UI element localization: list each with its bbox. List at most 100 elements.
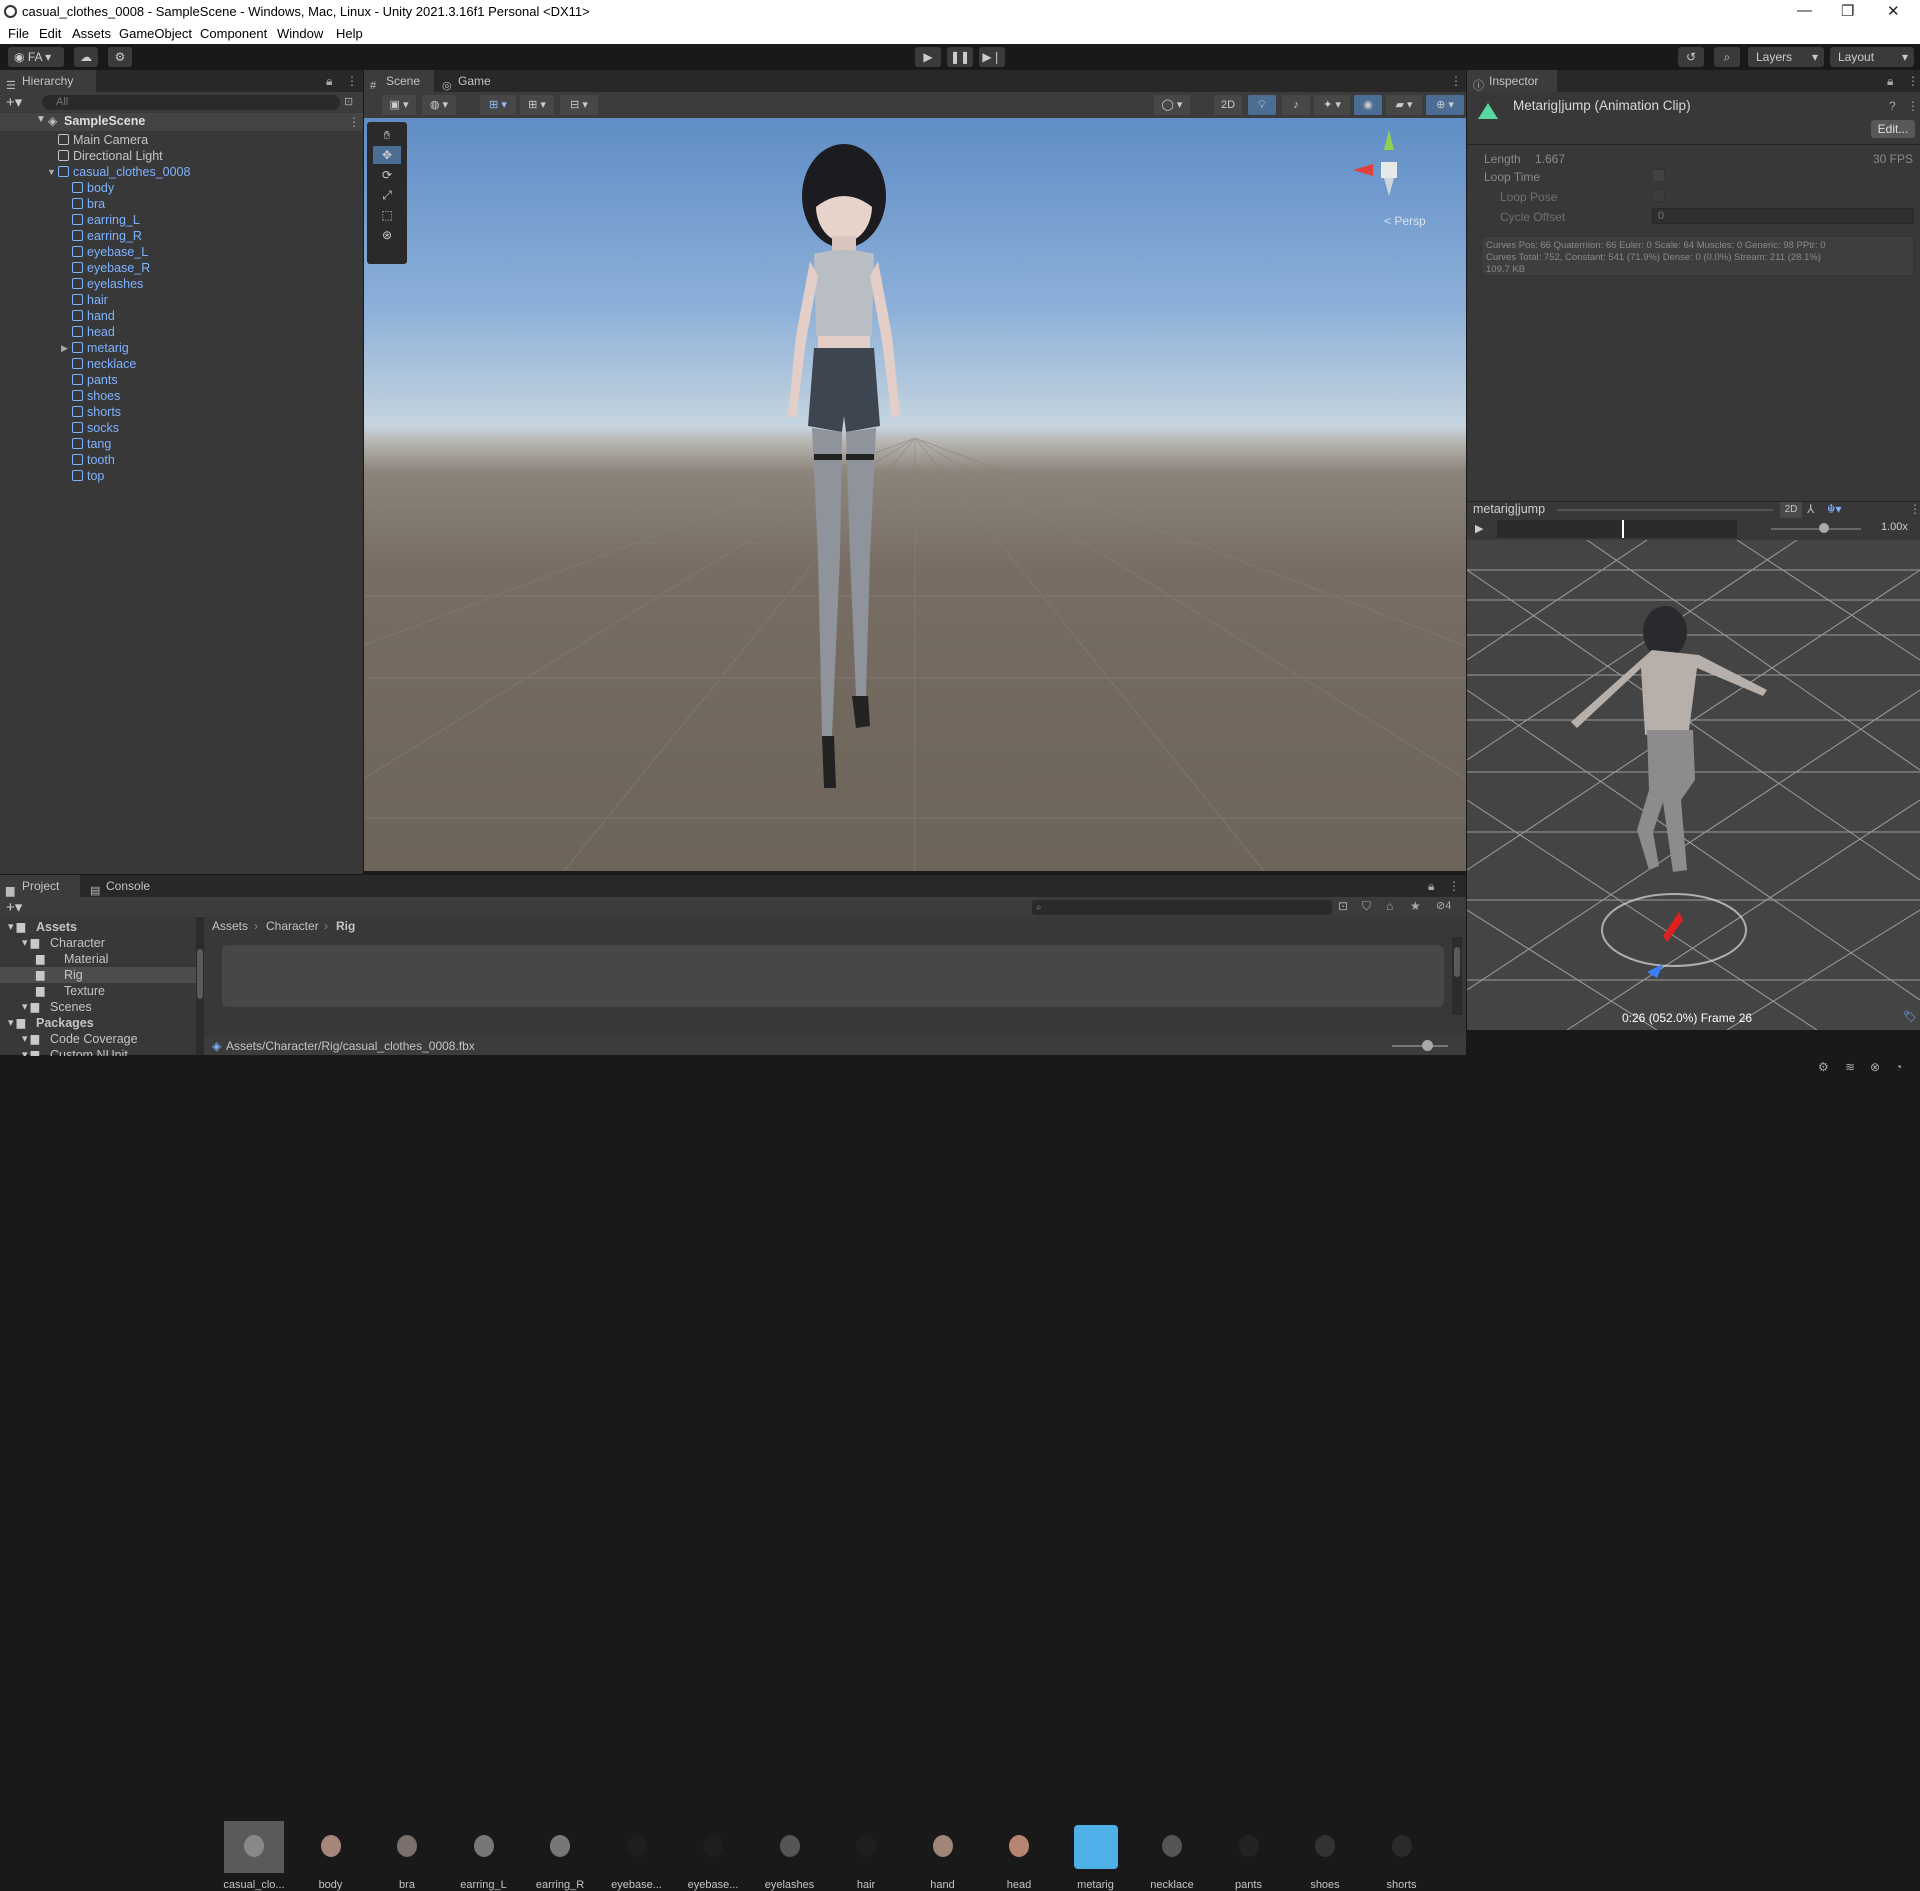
tree-scrollbar-thumb[interactable] — [197, 949, 203, 999]
clip-menu-icon[interactable]: ⋮ — [1907, 99, 1919, 113]
hierarchy-item[interactable]: eyebase_R — [72, 260, 150, 276]
project-lock-icon[interactable]: 🔒︎ — [1428, 879, 1434, 894]
collab-icon[interactable]: ⚙ — [108, 47, 132, 67]
rect-tool-icon[interactable]: ⬚ — [373, 206, 401, 224]
orientation-gizmo[interactable] — [1349, 128, 1429, 208]
preview-more-icon[interactable]: ⋮ — [1909, 502, 1920, 516]
grid-dropdown[interactable]: ⊞ ▾ — [520, 95, 554, 115]
scene-visibility-icon[interactable]: ⊡ — [344, 95, 353, 108]
inspector-more-icon[interactable]: ⋮ — [1907, 74, 1919, 88]
animation-preview[interactable]: 0:26 (052.0%) Frame 26 🏷︎ — [1467, 540, 1920, 1030]
close-button[interactable]: ✕ — [1887, 2, 1900, 20]
hierarchy-item[interactable]: tang — [72, 436, 111, 452]
toggle-2d-button[interactable]: 2D — [1214, 95, 1242, 115]
asset-scrollbar-thumb[interactable] — [1454, 947, 1460, 977]
project-search-input[interactable]: ⌕ — [1032, 900, 1332, 915]
move-tool-icon[interactable]: ✥ — [373, 146, 401, 164]
hierarchy-item[interactable]: necklace — [72, 356, 136, 372]
preview-2d-button[interactable]: 2D — [1780, 502, 1802, 518]
asset-item[interactable]: head — [983, 1821, 1055, 1891]
asset-item[interactable]: eyelashes — [754, 1821, 826, 1891]
hierarchy-item[interactable]: tooth — [72, 452, 115, 468]
hierarchy-item[interactable]: eyelashes — [72, 276, 143, 292]
loop-pose-checkbox[interactable] — [1652, 189, 1665, 202]
tab-project[interactable]: ▆ Project — [0, 875, 80, 897]
progress-icon[interactable]: ≋ — [1845, 1060, 1855, 1074]
draw-mode-dropdown[interactable]: ▣ ▾ — [382, 95, 416, 115]
hierarchy-item[interactable]: Directional Light — [58, 148, 163, 164]
more-menu-icon[interactable]: ⋮ — [346, 74, 358, 88]
tab-inspector[interactable]: ⓘ Inspector — [1467, 70, 1557, 92]
rotate-tool-icon[interactable]: ⟳ — [373, 166, 401, 184]
hierarchy-item[interactable]: ▼ casual_clothes_0008 — [47, 164, 190, 180]
add-icon[interactable]: +▾ — [6, 93, 22, 111]
network-icon[interactable]: ⊗ — [1870, 1060, 1880, 1074]
asset-item[interactable]: eyebase... — [601, 1821, 673, 1891]
hierarchy-item[interactable]: socks — [72, 420, 119, 436]
preview-timeline[interactable] — [1497, 520, 1737, 538]
asset-item[interactable]: casual_clo... — [218, 1821, 290, 1891]
gizmos-dropdown[interactable]: ⊕ ▾ — [1426, 95, 1464, 115]
lock-icon[interactable]: 🔒︎ — [326, 74, 332, 89]
expand-arrow-icon[interactable]: ▼ — [47, 164, 56, 180]
pause-button[interactable]: ❚❚ — [947, 47, 973, 67]
asset-item[interactable]: necklace — [1136, 1821, 1208, 1891]
menu-help[interactable]: Help — [336, 26, 363, 41]
project-more-icon[interactable]: ⋮ — [1448, 879, 1460, 893]
project-tree-item[interactable]: ▾ ▆ Code Coverage — [0, 1031, 196, 1047]
lighting-toggle-icon[interactable]: 💡︎ — [1248, 95, 1276, 115]
favorite-icon[interactable]: ★ — [1410, 899, 1421, 913]
preview-play-button[interactable]: ▶ — [1475, 522, 1483, 535]
hierarchy-item[interactable]: body — [72, 180, 114, 196]
timeline-playhead[interactable] — [1622, 520, 1624, 538]
menu-gameobject[interactable]: GameObject — [119, 26, 192, 41]
hierarchy-item[interactable]: shoes — [72, 388, 120, 404]
account-dropdown[interactable]: ◉ FA ▾ — [8, 47, 64, 67]
hierarchy-item[interactable]: shorts — [72, 404, 121, 420]
project-tree-item[interactable]: ▾ ▆ Packages — [0, 1015, 196, 1031]
hierarchy-item[interactable]: top — [72, 468, 104, 484]
hierarchy-item[interactable]: Main Camera — [58, 132, 148, 148]
hand-tool-icon[interactable]: ✋︎ — [373, 126, 401, 144]
bug-icon[interactable]: ⚙ — [1818, 1060, 1829, 1074]
hierarchy-item[interactable]: eyebase_L — [72, 244, 148, 260]
grid-snap-dropdown[interactable]: ⊞ ▾ — [480, 95, 516, 115]
hierarchy-item[interactable]: bra — [72, 196, 105, 212]
perspective-label[interactable]: < Persp — [1384, 214, 1426, 228]
asset-scrollbar[interactable] — [1452, 937, 1462, 1015]
asset-item[interactable]: bra — [371, 1821, 443, 1891]
inspector-lock-icon[interactable]: 🔒︎ — [1887, 74, 1893, 89]
hierarchy-item[interactable]: hand — [72, 308, 115, 324]
shading-dropdown[interactable]: ◍ ▾ — [422, 95, 456, 115]
tag-icon[interactable]: ⌂ — [1386, 899, 1393, 913]
asset-item[interactable]: pants — [1213, 1821, 1285, 1891]
asset-item[interactable]: hair — [830, 1821, 902, 1891]
history-icon[interactable]: ↺ — [1678, 47, 1704, 67]
menu-edit[interactable]: Edit — [39, 26, 61, 41]
visibility-toggle-icon[interactable]: ◉ — [1354, 95, 1382, 115]
cache-icon[interactable]: ◔ — [1895, 1060, 1902, 1074]
zoom-slider-thumb[interactable] — [1422, 1040, 1433, 1051]
tab-scene[interactable]: # Scene — [364, 70, 434, 92]
minimize-button[interactable]: — — [1797, 2, 1812, 19]
tab-game[interactable]: ◎ Game — [436, 70, 500, 92]
speed-slider-track[interactable] — [1771, 528, 1861, 530]
hierarchy-item[interactable]: head — [72, 324, 115, 340]
asset-item[interactable]: shorts — [1366, 1821, 1438, 1891]
pivot-icon[interactable]: ⅄ — [1807, 502, 1814, 516]
search-by-label-icon[interactable]: ⛉ — [1362, 899, 1371, 914]
step-button[interactable]: ▶❘ — [979, 47, 1005, 67]
project-add-icon[interactable]: +▾ — [6, 898, 22, 916]
effects-dropdown[interactable]: ✦ ▾ — [1314, 95, 1350, 115]
breadcrumb-character[interactable]: Character — [266, 919, 319, 933]
tree-scrollbar[interactable] — [196, 917, 204, 1055]
hidden-packages-toggle[interactable]: ⊘4 — [1436, 899, 1451, 912]
project-tree-item[interactable]: ▾ ▆ Scenes — [0, 999, 196, 1015]
asset-item[interactable]: metarig — [1060, 1821, 1132, 1891]
help-icon[interactable]: ? — [1889, 99, 1896, 113]
asset-label-icon[interactable]: 🏷︎ — [1903, 1010, 1917, 1023]
menu-component[interactable]: Component — [200, 26, 267, 41]
edit-button[interactable]: Edit... — [1871, 120, 1915, 138]
project-tree-item[interactable]: ▆ Texture — [0, 983, 196, 999]
expand-arrow-icon[interactable]: ▼ — [36, 114, 46, 125]
